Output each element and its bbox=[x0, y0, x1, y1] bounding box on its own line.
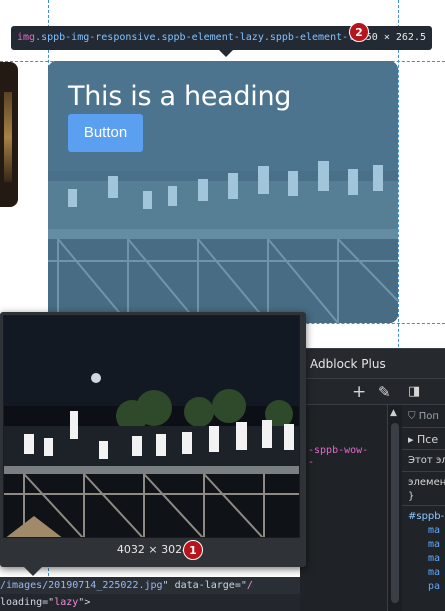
source-line-loading[interactable]: loading="lazy"> bbox=[0, 594, 300, 611]
rule-close-brace: } bbox=[408, 491, 415, 502]
css-property[interactable]: ma bbox=[428, 553, 440, 564]
code-line[interactable]: -sppb-wow- bbox=[308, 445, 368, 456]
tab-adblock-plus[interactable]: Adblock Plus bbox=[310, 357, 386, 371]
devtools-tabbar: Adblock Plus bbox=[300, 349, 445, 379]
css-property[interactable]: ma bbox=[428, 567, 440, 578]
annotation-badge-2: 2 bbox=[349, 22, 369, 42]
chevron-right-icon: ▸ bbox=[408, 433, 414, 446]
elements-code-pane: -sppb-wow- - bbox=[300, 405, 385, 611]
tooltip-class-list: .sppb-img-responsive.sppb-element-lazy.s… bbox=[35, 32, 385, 43]
pseudo-elements-toggle[interactable]: ▸ Псе bbox=[408, 433, 438, 446]
card-heading: This is a heading bbox=[68, 81, 292, 112]
filter-input[interactable]: ⛉ Поп bbox=[408, 411, 439, 422]
attribute-value: / bbox=[246, 580, 253, 591]
attribute-value: lazy bbox=[54, 597, 79, 608]
annotation-badge-1: 1 bbox=[183, 540, 203, 560]
eyedropper-icon[interactable]: ✎ bbox=[378, 382, 391, 402]
adjacent-image-edge bbox=[0, 62, 18, 207]
code-scrollbar[interactable]: ▲ bbox=[388, 405, 402, 611]
layout-icon[interactable]: ◨ bbox=[408, 382, 420, 402]
tooltip-arrow bbox=[219, 50, 233, 57]
image-src-path[interactable]: /images/20190714_225022.jpg bbox=[0, 580, 163, 591]
devtools-toolbar: + ✎ ◨ bbox=[300, 379, 445, 405]
highlighted-image-card[interactable]: This is a heading Button bbox=[48, 61, 398, 323]
scrollbar-thumb[interactable] bbox=[391, 423, 399, 603]
preview-tooltip-arrow bbox=[24, 567, 42, 576]
filter-icon: ⛉ bbox=[408, 411, 416, 422]
card-button[interactable]: Button bbox=[68, 114, 143, 152]
scroll-up-icon[interactable]: ▲ bbox=[390, 408, 397, 418]
sidebar-separator bbox=[402, 505, 445, 506]
filter-placeholder: Поп bbox=[418, 411, 439, 422]
devtools-panel: Adblock Plus + ✎ ◨ -sppb-wow- - ▲ ⛉ Поп … bbox=[300, 348, 445, 611]
preview-dimensions: 4032 × 3024 bbox=[116, 543, 190, 556]
page: This is a heading Button img.sppb-img-re… bbox=[0, 0, 445, 611]
sidebar-separator bbox=[402, 449, 445, 450]
css-property[interactable]: ma bbox=[428, 539, 440, 550]
rule-selector[interactable]: #sppb- bbox=[408, 511, 444, 522]
plus-icon[interactable]: + bbox=[352, 382, 366, 402]
preview-image bbox=[3, 315, 300, 538]
pseudo-elements-label: Псе bbox=[417, 433, 439, 446]
styles-sidebar: ⛉ Поп ▸ Псе Этот эл элемен } #sppb- ma m… bbox=[402, 405, 445, 611]
attribute-name: data-large bbox=[174, 580, 235, 591]
image-preview-tooltip: 4032 × 3024 bbox=[0, 312, 306, 567]
source-line-img[interactable]: /images/20190714_225022.jpg" data-large=… bbox=[0, 577, 300, 594]
sidebar-separator bbox=[402, 427, 445, 428]
code-line[interactable]: - bbox=[308, 457, 314, 468]
tooltip-tag-name: img bbox=[17, 32, 36, 43]
css-property[interactable]: pa bbox=[428, 581, 440, 592]
this-element-label: Этот эл bbox=[408, 455, 445, 466]
concert-photo-preview bbox=[4, 316, 299, 537]
sidebar-separator bbox=[402, 471, 445, 472]
css-property[interactable]: ma bbox=[428, 525, 440, 536]
element-rule: элемен bbox=[408, 477, 445, 488]
attribute-name: loading bbox=[0, 597, 43, 608]
